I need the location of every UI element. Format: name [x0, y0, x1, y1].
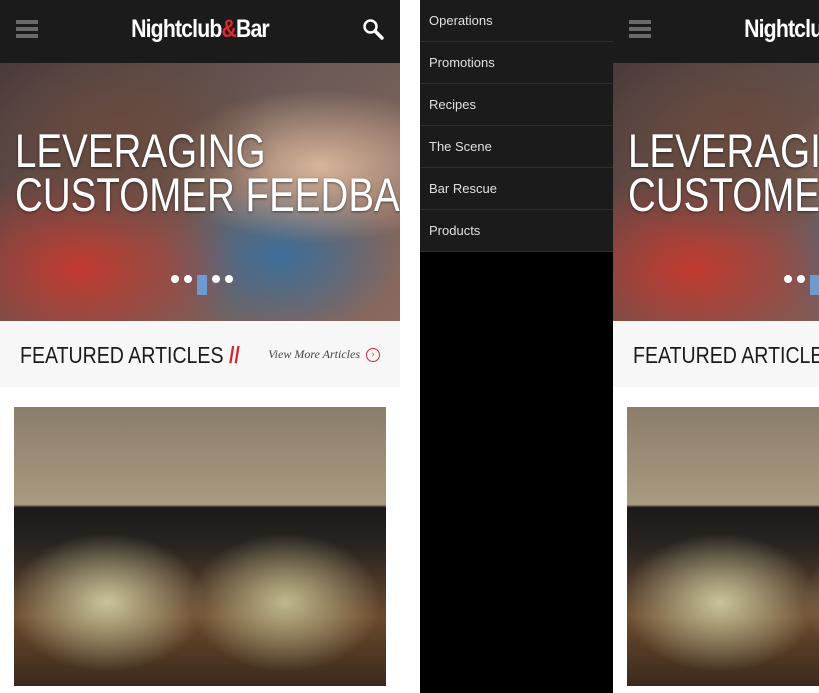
site-header: Nightclub&Bar [0, 0, 400, 63]
slider-dots [171, 275, 233, 295]
pushed-page: Nightclub&Bar LEVERAGINGCUSTOMER FEEDBAC… [613, 0, 819, 693]
slide-dot[interactable] [212, 275, 220, 283]
featured-articles-header: FEATURED ARTICLES // View More Articles› [0, 321, 400, 387]
hero-title[interactable]: LEVERAGINGCUSTOMER FEEDBACK [628, 127, 819, 218]
article-image-cocktails[interactable] [14, 407, 386, 686]
slide-dot[interactable] [225, 275, 233, 283]
search-icon[interactable] [362, 18, 384, 40]
section-title: FEATURED ARTICLES // [633, 342, 819, 368]
logo-ampersand: & [221, 15, 236, 43]
chevron-right-circle-icon: › [366, 347, 380, 362]
menu-item-the-scene[interactable]: The Scene [420, 126, 613, 168]
slide-dot[interactable] [171, 275, 179, 283]
hero-slider[interactable]: LEVERAGINGCUSTOMER FEEDBACK [613, 63, 819, 321]
menu-item-bar-rescue[interactable]: Bar Rescue [420, 168, 613, 210]
logo-text: Nightclub [131, 15, 222, 43]
slide-dot[interactable] [184, 275, 192, 283]
slider-dots [784, 275, 819, 295]
logo-text: Nightclub [744, 15, 819, 43]
slide-dot-active[interactable] [197, 275, 207, 295]
slide-dot[interactable] [784, 275, 792, 283]
slide-dot[interactable] [797, 275, 805, 283]
article-image-cocktails[interactable] [627, 407, 819, 686]
view-more-articles-link[interactable]: View More Articles › [268, 347, 380, 362]
section-title: FEATURED ARTICLES // [20, 342, 240, 368]
menu-item-products[interactable]: Products [420, 210, 613, 252]
hero-title[interactable]: LEVERAGINGCUSTOMER FEEDBACK [15, 127, 400, 218]
nav-menu: Operations Promotions Recipes The Scene … [420, 0, 613, 693]
slide-dot-active[interactable] [810, 275, 819, 295]
hero-slider[interactable]: LEVERAGINGCUSTOMER FEEDBACK [0, 63, 400, 321]
site-logo[interactable]: Nightclub&Bar [643, 15, 819, 44]
menu-item-operations[interactable]: Operations [420, 0, 613, 42]
main-page: Nightclub&Bar LEVERAGINGCUSTOMER FEEDBAC… [0, 0, 400, 693]
featured-articles-header: FEATURED ARTICLES // View More Articles› [613, 321, 819, 387]
logo-text: Bar [235, 15, 270, 43]
menu-item-promotions[interactable]: Promotions [420, 42, 613, 84]
menu-item-recipes[interactable]: Recipes [420, 84, 613, 126]
site-header: Nightclub&Bar [613, 0, 819, 63]
site-logo[interactable]: Nightclub&Bar [30, 15, 370, 44]
